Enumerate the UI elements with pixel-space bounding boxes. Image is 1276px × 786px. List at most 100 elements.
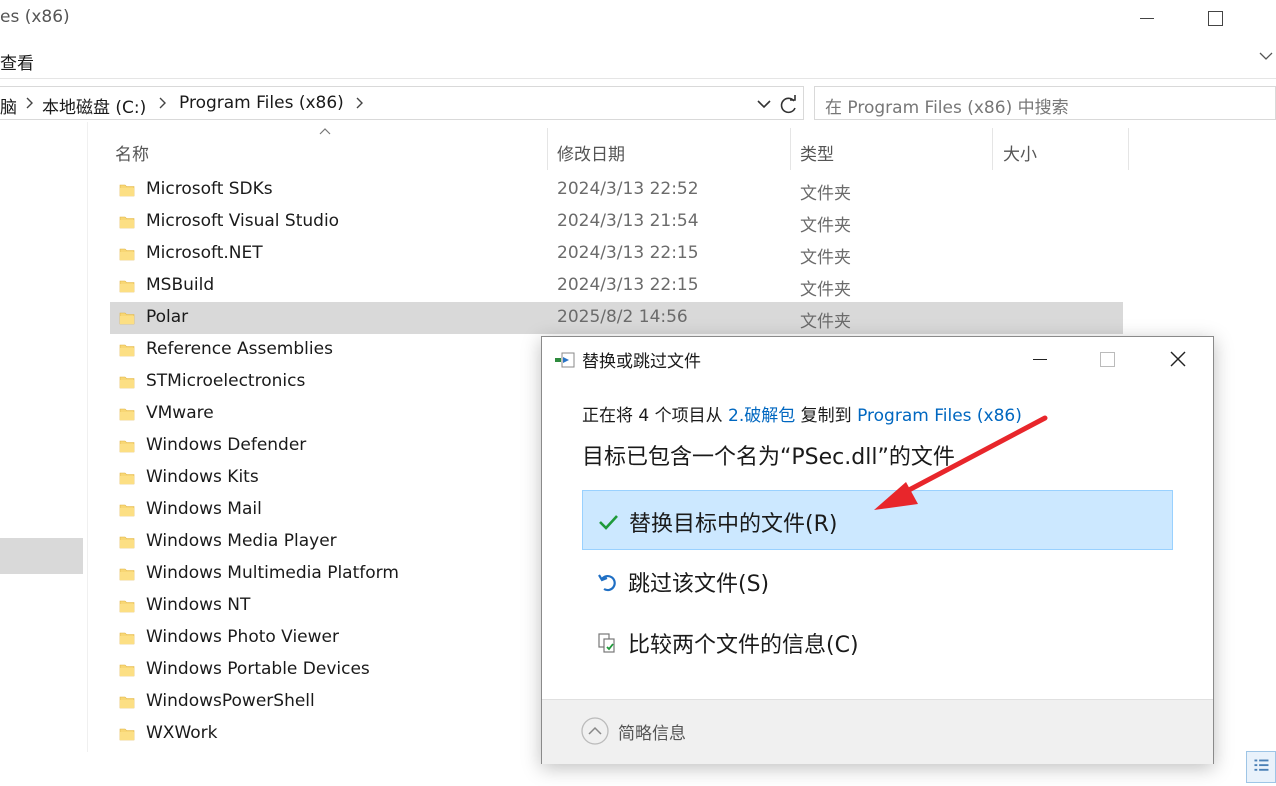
column-divider[interactable] bbox=[547, 128, 548, 170]
dialog-minimize-button[interactable] bbox=[1030, 349, 1050, 369]
column-divider[interactable] bbox=[992, 128, 993, 170]
breadcrumb-local-disk[interactable]: 本地磁盘 (C:) bbox=[42, 93, 146, 118]
folder-icon bbox=[119, 536, 135, 549]
folder-icon bbox=[119, 696, 135, 709]
file-name: Windows Kits bbox=[146, 467, 259, 487]
copy-progress-icon bbox=[555, 352, 575, 368]
folder-icon bbox=[119, 728, 135, 741]
file-type: 文件夹 bbox=[800, 216, 851, 236]
search-placeholder: 在 Program Files (x86) 中搜索 bbox=[825, 98, 1069, 118]
compare-option-label: 比较两个文件的信息(C) bbox=[628, 633, 859, 658]
compare-files-option[interactable]: 比较两个文件的信息(C) bbox=[582, 612, 1173, 672]
file-name: Windows Media Player bbox=[146, 531, 337, 551]
folder-icon bbox=[119, 568, 135, 581]
file-name: Windows Portable Devices bbox=[146, 659, 370, 679]
dialog-maximize-button bbox=[1100, 352, 1115, 367]
column-divider[interactable] bbox=[1128, 128, 1129, 170]
chevron-down-icon[interactable] bbox=[755, 95, 773, 113]
table-row[interactable]: Microsoft SDKs 2024/3/13 22:52 文件夹 bbox=[110, 174, 1123, 206]
annotation-arrow bbox=[874, 415, 1048, 510]
search-input[interactable]: 在 Program Files (x86) 中搜索 bbox=[814, 86, 1276, 120]
status-prefix: 正在将 4 个项目从 bbox=[582, 406, 729, 426]
column-divider[interactable] bbox=[790, 128, 791, 170]
breadcrumb-program-files[interactable]: Program Files (x86) bbox=[179, 93, 344, 113]
status-middle: 复制到 bbox=[795, 406, 858, 426]
table-row[interactable]: Microsoft.NET 2024/3/13 22:15 文件夹 bbox=[110, 238, 1123, 270]
address-bar[interactable]: 脑 本地磁盘 (C:) Program Files (x86) bbox=[0, 86, 804, 120]
folder-icon bbox=[119, 600, 135, 613]
chevron-down-icon[interactable] bbox=[1258, 48, 1274, 64]
tab-view[interactable]: 查看 bbox=[0, 49, 34, 74]
skip-option-label: 跳过该文件(S) bbox=[628, 572, 770, 597]
skip-file-option[interactable]: 跳过该文件(S) bbox=[582, 551, 1173, 611]
file-name: Windows Mail bbox=[146, 499, 262, 519]
folder-icon bbox=[119, 216, 135, 229]
file-modified: 2024/3/13 21:54 bbox=[557, 211, 699, 231]
list-view-icon bbox=[1254, 759, 1269, 771]
file-type: 文件夹 bbox=[800, 248, 851, 268]
nav-selected-item[interactable] bbox=[0, 538, 83, 574]
folder-icon bbox=[119, 632, 135, 645]
dialog-footer: 简略信息 bbox=[542, 699, 1213, 764]
details-view-button[interactable] bbox=[1246, 751, 1276, 783]
navigation-pane bbox=[0, 122, 90, 752]
file-name: Microsoft Visual Studio bbox=[146, 211, 340, 231]
minimize-button[interactable] bbox=[1136, 8, 1156, 28]
folder-icon bbox=[119, 504, 135, 517]
column-header-name[interactable]: 名称 bbox=[115, 140, 149, 165]
close-icon[interactable] bbox=[1168, 349, 1188, 369]
file-name: Reference Assemblies bbox=[146, 339, 333, 359]
file-name: Microsoft SDKs bbox=[146, 179, 273, 199]
folder-icon bbox=[119, 280, 135, 293]
breadcrumb-this-pc[interactable]: 脑 bbox=[0, 93, 17, 118]
table-row[interactable]: MSBuild 2024/3/13 22:15 文件夹 bbox=[110, 270, 1123, 302]
table-row-selected[interactable]: Polar 2025/8/2 14:56 文件夹 bbox=[110, 302, 1123, 334]
file-type: 文件夹 bbox=[800, 312, 851, 332]
folder-icon bbox=[119, 184, 135, 197]
folder-icon bbox=[119, 472, 135, 485]
file-name: Windows NT bbox=[146, 595, 251, 615]
refresh-icon[interactable] bbox=[778, 95, 800, 115]
column-header-type[interactable]: 类型 bbox=[800, 140, 834, 165]
folder-icon bbox=[119, 440, 135, 453]
file-name: Polar bbox=[146, 307, 189, 327]
file-modified: 2025/8/2 14:56 bbox=[557, 307, 688, 327]
file-modified: 2024/3/13 22:15 bbox=[557, 275, 699, 295]
fewer-details-label[interactable]: 简略信息 bbox=[618, 719, 686, 744]
file-name: WindowsPowerShell bbox=[146, 691, 315, 711]
maximize-button[interactable] bbox=[1208, 11, 1223, 26]
file-name: Windows Multimedia Platform bbox=[146, 563, 399, 583]
chevron-right-icon[interactable] bbox=[157, 96, 169, 110]
checkmark-icon bbox=[599, 515, 618, 530]
folder-icon bbox=[119, 408, 135, 421]
window-title: es (x86) bbox=[0, 7, 70, 27]
file-name: WXWork bbox=[146, 723, 218, 743]
replace-option-label: 替换目标中的文件(R) bbox=[629, 512, 838, 537]
sort-ascending-icon bbox=[319, 128, 331, 135]
file-type: 文件夹 bbox=[800, 280, 851, 300]
column-header-modified[interactable]: 修改日期 bbox=[557, 140, 625, 165]
column-header-size[interactable]: 大小 bbox=[1003, 140, 1037, 165]
file-name: Microsoft.NET bbox=[146, 243, 263, 263]
file-name: Windows Defender bbox=[146, 435, 307, 455]
chevron-up-circle-icon[interactable] bbox=[580, 716, 610, 746]
file-name: STMicroelectronics bbox=[146, 371, 306, 391]
source-folder-link[interactable]: 2.破解包 bbox=[728, 406, 795, 426]
file-name: Windows Photo Viewer bbox=[146, 627, 339, 647]
table-row[interactable]: Microsoft Visual Studio 2024/3/13 21:54 … bbox=[110, 206, 1123, 238]
chevron-right-icon[interactable] bbox=[354, 96, 366, 110]
file-type: 文件夹 bbox=[800, 184, 851, 204]
folder-icon bbox=[119, 344, 135, 357]
replace-or-skip-dialog: 替换或跳过文件 正在将 4 个项目从 2.破解包 复制到 Program Fil… bbox=[541, 336, 1214, 764]
file-name: MSBuild bbox=[146, 275, 215, 295]
compare-documents-icon bbox=[598, 633, 615, 653]
chevron-right-icon[interactable] bbox=[24, 96, 36, 110]
window-title-bar: es (x86) bbox=[0, 0, 1276, 38]
pane-divider[interactable] bbox=[87, 122, 88, 752]
ribbon: 查看 bbox=[0, 40, 1276, 79]
dialog-title: 替换或跳过文件 bbox=[582, 352, 701, 372]
folder-icon bbox=[119, 664, 135, 677]
file-modified: 2024/3/13 22:15 bbox=[557, 243, 699, 263]
folder-icon bbox=[119, 376, 135, 389]
folder-icon bbox=[119, 312, 135, 325]
